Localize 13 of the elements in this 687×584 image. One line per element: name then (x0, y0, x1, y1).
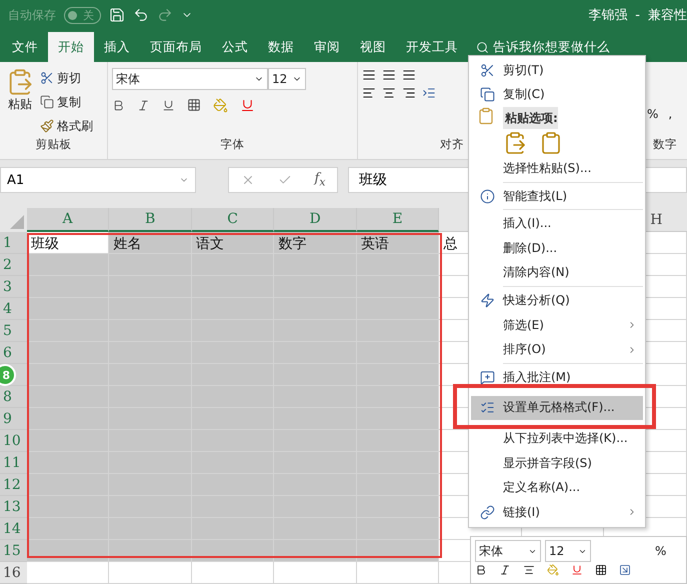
user-name: 李锦强 (588, 7, 628, 24)
table-cell: 姓名 (109, 232, 192, 254)
group-label: 对齐 (439, 137, 464, 153)
table-cell: 语文 (192, 232, 274, 254)
group-label: 数字 (652, 137, 678, 153)
menu-section-header: 粘贴选项: (503, 107, 558, 130)
window-title: 兼容性 (648, 7, 687, 24)
group-label: 字体 (220, 137, 246, 153)
title-separator: - (635, 8, 640, 22)
table-cell: 英语 (356, 232, 440, 254)
group-label: 剪贴板 (34, 137, 72, 153)
autosave-label: 自动保存 (8, 6, 56, 24)
table-cell: 数字 (274, 232, 357, 254)
